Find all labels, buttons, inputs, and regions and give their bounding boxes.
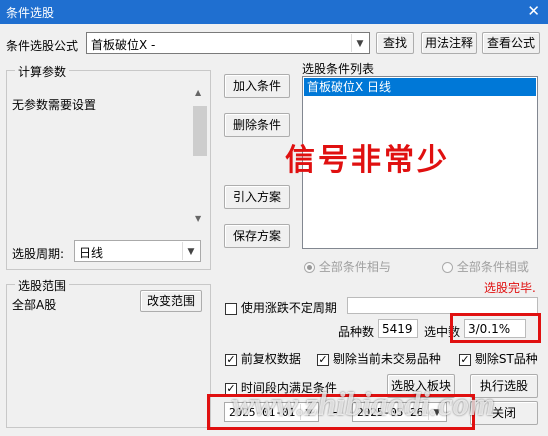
chevron-down-icon[interactable]: ▼ bbox=[351, 34, 368, 52]
title-bar: 条件选股 ✕ bbox=[0, 0, 548, 24]
count-field: 5419 bbox=[378, 319, 418, 338]
count-value: 5419 bbox=[382, 322, 413, 336]
radio-icon bbox=[442, 262, 453, 273]
checkbox-checked-icon: ✓ bbox=[459, 352, 471, 366]
scroll-up-icon[interactable]: ▲ bbox=[195, 88, 205, 98]
window-title: 条件选股 bbox=[6, 6, 55, 20]
conditions-legend: 选股条件列表 bbox=[302, 62, 375, 76]
checkbox-icon bbox=[225, 302, 237, 315]
radio-and[interactable]: 全部条件相与 bbox=[304, 258, 391, 275]
exclude-st-checkbox[interactable]: ✓ 剔除ST品种 bbox=[459, 350, 538, 367]
find-button[interactable]: 查找 bbox=[376, 32, 414, 54]
exclude-st-label: 剔除ST品种 bbox=[474, 352, 538, 366]
watermark-text: www.zhibiaodi.com bbox=[232, 387, 495, 423]
close-icon[interactable]: ✕ bbox=[527, 2, 540, 20]
view-formula-button[interactable]: 查看公式 bbox=[482, 32, 540, 54]
scroll-thumb[interactable] bbox=[193, 106, 207, 156]
limit-period-input[interactable] bbox=[347, 297, 538, 314]
checkbox-checked-icon: ✓ bbox=[225, 352, 237, 366]
radio-icon bbox=[304, 262, 315, 273]
params-text: 无参数需要设置 bbox=[12, 98, 97, 112]
radio-or-label: 全部条件相或 bbox=[456, 260, 529, 274]
range-legend: 选股范围 bbox=[15, 277, 70, 294]
list-item[interactable]: 首板破位X 日线 bbox=[304, 78, 536, 96]
params-legend: 计算参数 bbox=[15, 63, 70, 80]
period-combo[interactable]: 日线 ▼ bbox=[74, 240, 201, 262]
exclude-untraded-checkbox[interactable]: ✓ 剔除当前未交易品种 bbox=[317, 350, 441, 367]
checkbox-checked-icon: ✓ bbox=[317, 352, 329, 366]
formula-combo[interactable]: 首板破位X - ▼ bbox=[86, 32, 370, 54]
exclude-untraded-label: 剔除当前未交易品种 bbox=[332, 352, 441, 366]
count-label: 品种数 bbox=[338, 325, 375, 339]
radio-and-label: 全部条件相与 bbox=[318, 260, 391, 274]
period-label: 选股周期: bbox=[12, 247, 65, 261]
fq-checkbox[interactable]: ✓ 前复权数据 bbox=[225, 350, 301, 367]
period-value: 日线 bbox=[79, 246, 104, 260]
params-scrollbar[interactable]: ▲ ▼ bbox=[192, 82, 208, 228]
range-value: 全部A股 bbox=[12, 298, 57, 312]
usage-button[interactable]: 用法注释 bbox=[421, 32, 477, 54]
limit-period-checkbox[interactable]: 使用涨跌不定周期 bbox=[225, 299, 337, 316]
radio-or[interactable]: 全部条件相或 bbox=[442, 258, 529, 275]
formula-value: 首板破位X - bbox=[91, 38, 156, 52]
save-plan-button[interactable]: 保存方案 bbox=[224, 224, 290, 248]
formula-label: 条件选股公式 bbox=[6, 39, 79, 53]
limit-period-label: 使用涨跌不定周期 bbox=[240, 301, 337, 315]
signal-overlay-text: 信号非常少 bbox=[285, 143, 450, 178]
change-range-button[interactable]: 改变范围 bbox=[140, 290, 202, 312]
delete-condition-button[interactable]: 删除条件 bbox=[224, 113, 290, 137]
add-condition-button[interactable]: 加入条件 bbox=[224, 74, 290, 98]
chevron-down-icon[interactable]: ▼ bbox=[182, 242, 199, 260]
selected-highlight-box bbox=[450, 313, 541, 343]
fq-label: 前复权数据 bbox=[240, 352, 301, 366]
status-text: 选股完毕. bbox=[484, 281, 536, 295]
scroll-down-icon[interactable]: ▼ bbox=[195, 214, 205, 224]
import-plan-button[interactable]: 引入方案 bbox=[224, 185, 290, 209]
